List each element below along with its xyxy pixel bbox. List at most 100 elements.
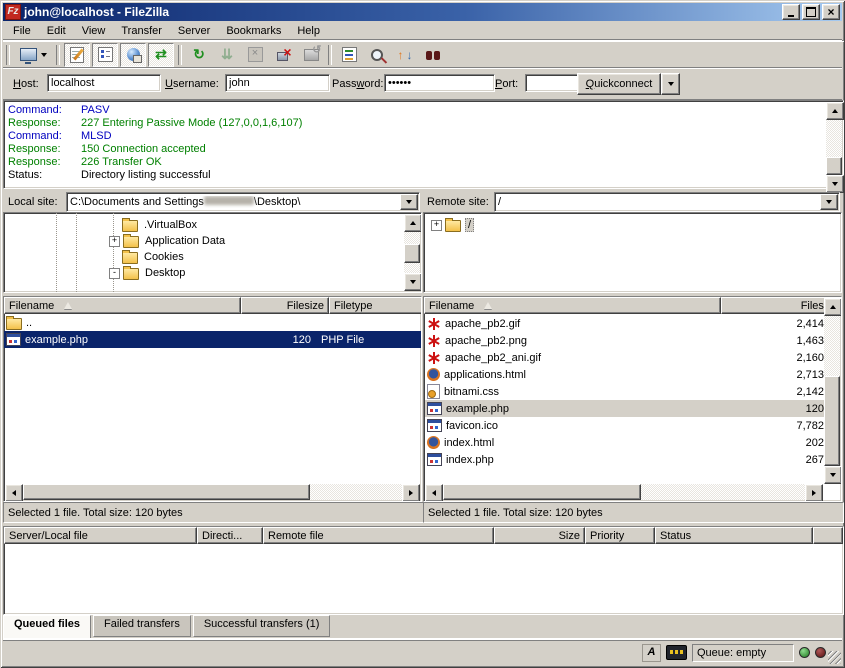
scroll-up-button[interactable] xyxy=(826,102,844,120)
title-bar[interactable]: Fz john@localhost - FileZilla × xyxy=(3,3,842,21)
resize-grip[interactable] xyxy=(828,651,841,664)
column-header-status[interactable]: Status xyxy=(655,527,813,544)
find-files-button[interactable] xyxy=(420,43,446,67)
scroll-left-button[interactable] xyxy=(5,484,23,502)
menu-edit[interactable]: Edit xyxy=(39,23,74,39)
scroll-down-button[interactable] xyxy=(826,175,844,193)
menu-transfer[interactable]: Transfer xyxy=(113,23,170,39)
column-header-direction[interactable]: Directi... xyxy=(197,527,263,544)
menu-view[interactable]: View xyxy=(74,23,114,39)
host-input[interactable] xyxy=(47,74,161,92)
local-list-hscrollbar[interactable] xyxy=(5,484,420,500)
file-row[interactable]: index.php 267 xyxy=(425,451,824,468)
speed-limits-icon[interactable] xyxy=(666,645,687,660)
scrollbar-track[interactable] xyxy=(641,484,805,500)
scroll-down-button[interactable] xyxy=(404,273,422,291)
scrollbar-thumb[interactable] xyxy=(443,484,641,500)
status-bar: A Queue: empty xyxy=(3,640,842,664)
column-header-priority[interactable]: Priority xyxy=(585,527,655,544)
local-directory-tree: .VirtualBox + Application Data Cookies -… xyxy=(3,212,422,293)
scroll-right-button[interactable] xyxy=(402,484,420,502)
menu-bookmarks[interactable]: Bookmarks xyxy=(218,23,289,39)
quickconnect-dropdown-button[interactable] xyxy=(661,73,680,95)
file-row-example-php[interactable]: example.php 120 PHP File 1 xyxy=(4,331,421,348)
tree-item-cookies[interactable]: Cookies xyxy=(122,249,186,265)
site-manager-button[interactable] xyxy=(14,43,52,67)
username-input[interactable] xyxy=(225,74,330,92)
tree-item-root[interactable]: + / xyxy=(431,217,474,233)
cancel-operation-button[interactable] xyxy=(242,43,268,67)
tab-failed-transfers[interactable]: Failed transfers xyxy=(93,615,191,637)
disconnect-button[interactable] xyxy=(270,43,296,67)
column-header-size[interactable]: Size xyxy=(494,527,585,544)
column-header-filesize[interactable]: Filesize xyxy=(241,297,329,314)
scrollbar-thumb[interactable] xyxy=(404,244,420,263)
file-row[interactable]: apache_pb2.gif 2,414 xyxy=(425,315,824,332)
tree-item-application-data[interactable]: + Application Data xyxy=(109,233,227,249)
scrollbar-track[interactable] xyxy=(404,263,420,273)
remote-site-combobox[interactable]: / xyxy=(494,192,840,212)
local-tree-scrollbar[interactable] xyxy=(404,214,420,291)
directory-listing-filters-button[interactable] xyxy=(336,43,362,67)
tree-item-virtualbox[interactable]: .VirtualBox xyxy=(122,217,199,233)
close-button[interactable]: × xyxy=(822,4,840,20)
collapse-icon[interactable]: - xyxy=(109,268,120,279)
file-row-parent-directory[interactable]: .. xyxy=(4,314,421,331)
menu-help[interactable]: Help xyxy=(289,23,328,39)
reconnect-button[interactable] xyxy=(298,43,324,67)
maximize-button[interactable] xyxy=(802,4,820,20)
compare-directories-button[interactable] xyxy=(364,43,390,67)
scroll-up-button[interactable] xyxy=(824,298,842,316)
toggle-transfer-queue-button[interactable] xyxy=(148,43,174,67)
file-row[interactable]: apache_pb2.png 1,463 xyxy=(425,332,824,349)
scrollbar-track[interactable] xyxy=(404,232,420,244)
menu-file[interactable]: File xyxy=(5,23,39,39)
expand-icon[interactable]: + xyxy=(109,236,120,247)
menu-server[interactable]: Server xyxy=(170,23,218,39)
remote-list-vscrollbar[interactable] xyxy=(824,298,840,484)
synchronized-browsing-button[interactable] xyxy=(392,43,418,67)
scroll-up-button[interactable] xyxy=(404,214,422,232)
quickconnect-button[interactable]: Quickconnect xyxy=(577,73,661,95)
tree-item-desktop[interactable]: - Desktop xyxy=(109,265,187,281)
scroll-down-button[interactable] xyxy=(824,466,842,484)
scrollbar-track[interactable] xyxy=(824,316,840,376)
scroll-right-button[interactable] xyxy=(805,484,823,502)
expand-icon[interactable]: + xyxy=(431,220,442,231)
port-input[interactable] xyxy=(525,74,580,92)
process-queue-button[interactable] xyxy=(214,43,240,67)
file-row[interactable]: bitnami.css 2,142 xyxy=(425,383,824,400)
remote-list-hscrollbar[interactable] xyxy=(425,484,823,500)
log-scrollbar[interactable] xyxy=(826,102,842,187)
column-header-filetype[interactable]: Filetype xyxy=(329,297,422,314)
scroll-left-button[interactable] xyxy=(425,484,443,502)
toggle-message-log-button[interactable] xyxy=(64,43,90,67)
file-row[interactable]: apache_pb2_ani.gif 2,160 xyxy=(425,349,824,366)
scrollbar-thumb[interactable] xyxy=(826,157,842,175)
local-site-dropdown-button[interactable] xyxy=(400,194,418,210)
password-input[interactable] xyxy=(384,74,495,92)
refresh-button[interactable] xyxy=(186,43,212,67)
column-header-filename[interactable]: Filename xyxy=(4,297,241,314)
file-row[interactable]: index.html 202 xyxy=(425,434,824,451)
folder-icon xyxy=(123,268,139,280)
remote-site-dropdown-button[interactable] xyxy=(820,194,838,210)
column-header-remote-file[interactable]: Remote file xyxy=(263,527,494,544)
file-row-selected[interactable]: example.php 120 xyxy=(425,400,824,417)
minimize-button[interactable] xyxy=(782,4,800,20)
column-header-server-local-file[interactable]: Server/Local file xyxy=(4,527,197,544)
file-row[interactable]: favicon.ico 7,782 xyxy=(425,417,824,434)
sort-ascending-icon xyxy=(484,302,492,309)
toggle-remote-tree-button[interactable] xyxy=(120,43,146,67)
transfer-type-indicator[interactable]: A xyxy=(642,644,661,662)
column-header-filename[interactable]: Filename xyxy=(424,297,721,314)
scrollbar-thumb[interactable] xyxy=(23,484,310,500)
local-site-combobox[interactable]: C:\Documents and Settings\Desktop\ xyxy=(66,192,420,212)
file-row[interactable]: applications.html 2,713 xyxy=(425,366,824,383)
scrollbar-thumb[interactable] xyxy=(824,376,840,466)
tab-queued-files[interactable]: Queued files xyxy=(3,615,91,639)
scrollbar-track[interactable] xyxy=(310,484,402,500)
tab-successful-transfers[interactable]: Successful transfers (1) xyxy=(193,615,331,637)
toggle-local-tree-button[interactable] xyxy=(92,43,118,67)
scrollbar-track[interactable] xyxy=(826,120,842,157)
